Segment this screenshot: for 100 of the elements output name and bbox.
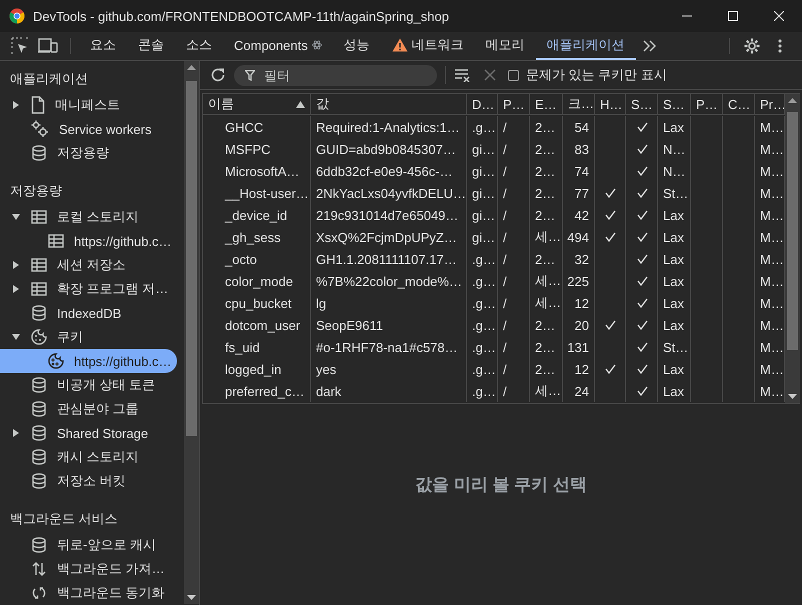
table-cell: gi…: [467, 160, 498, 182]
table-cell: color_mode: [203, 270, 311, 292]
column-header[interactable]: P…: [498, 94, 530, 115]
database-icon: [31, 425, 47, 441]
column-header[interactable]: S…: [658, 94, 691, 115]
sidebar-item[interactable]: IndexedDB: [0, 301, 184, 325]
window-title: DevTools - github.com/FRONTENDBOOTCAMP-11th/againSpring_shop: [32, 8, 450, 24]
table-cell: /: [498, 248, 530, 270]
table-cell: .g…: [467, 270, 498, 292]
check-icon: [605, 232, 616, 242]
cookie-icon: [31, 329, 47, 345]
panel-tab[interactable]: 소스: [175, 32, 223, 60]
panel-tab[interactable]: 애플리케이션: [536, 32, 636, 60]
scroll-down-icon[interactable]: [187, 595, 196, 600]
check-icon: [637, 232, 648, 242]
column-header[interactable]: 크…: [563, 94, 595, 115]
column-header[interactable]: H…: [595, 94, 626, 115]
table-cell: 2NkYacLxs04yvfkDELU…: [311, 182, 467, 204]
table-cell: Lax: [658, 204, 691, 226]
sidebar-item[interactable]: 저장용량: [0, 141, 184, 165]
sidebar-item[interactable]: 쿠키: [0, 325, 184, 349]
scroll-up-icon[interactable]: [187, 65, 196, 70]
table-cell: .g…: [467, 248, 498, 270]
table-cell: MSFPC: [203, 138, 311, 160]
caret-right-icon[interactable]: [12, 429, 20, 437]
table-cell: Lax: [658, 380, 691, 402]
table-cell: 2…: [530, 160, 563, 182]
sidebar-item[interactable]: 매니페스트: [0, 93, 184, 117]
caret-right-icon[interactable]: [12, 261, 20, 269]
table-cell: 494: [563, 226, 595, 248]
table-cell: .g…: [467, 336, 498, 358]
clear-list-icon: [454, 68, 472, 82]
scrollbar-thumb[interactable]: [186, 81, 197, 436]
gears-icon: [31, 120, 49, 138]
panel-tab[interactable]: 성능: [332, 32, 381, 60]
issues-only-checkbox[interactable]: 문제가 있는 쿠키만 표시: [508, 66, 667, 84]
table-cell: 20: [563, 314, 595, 336]
scrollbar[interactable]: [184, 61, 199, 604]
sidebar-item[interactable]: 로컬 스토리지: [0, 205, 184, 229]
check-icon: [637, 254, 648, 264]
table-cell: 2…: [530, 248, 563, 270]
panel-tab[interactable]: 메모리: [474, 32, 536, 60]
column-header[interactable]: S…: [626, 94, 658, 115]
maximize-icon: [728, 11, 738, 21]
sidebar-item[interactable]: Shared Storage: [0, 421, 184, 445]
scrollbar-thumb[interactable]: [787, 112, 798, 350]
table-cell: __Host-user…: [203, 182, 311, 204]
sidebar-item[interactable]: 백그라운드 동기화: [0, 581, 184, 605]
column-header[interactable]: C…: [723, 94, 755, 115]
column-header[interactable]: P…: [691, 94, 723, 115]
check-icon: [637, 386, 648, 396]
sidebar-item[interactable]: https://github.c…: [0, 229, 184, 253]
table-cell: cpu_bucket: [203, 292, 311, 314]
scrollbar[interactable]: [785, 94, 800, 403]
panel-tab[interactable]: 네트워크: [380, 32, 475, 60]
scroll-down-icon[interactable]: [788, 394, 797, 399]
column-header[interactable]: E…: [530, 94, 563, 115]
table-cell: .g…: [467, 292, 498, 314]
check-icon: [605, 210, 616, 220]
caret-down-icon[interactable]: [12, 333, 20, 341]
table-cell: 세…: [530, 380, 563, 402]
sidebar-item[interactable]: 백그라운드 가져…: [0, 557, 184, 581]
table-cell: N…: [658, 138, 691, 160]
filter-field[interactable]: 필터: [234, 64, 437, 86]
panel-tab[interactable]: 콘솔: [127, 32, 175, 60]
table-cell: _octo: [203, 248, 311, 270]
sidebar-item[interactable]: 비공개 상태 토큰: [0, 373, 184, 397]
clear-filter-button[interactable]: [454, 68, 472, 82]
sidebar-item[interactable]: 저장소 버킷: [0, 469, 184, 493]
panel-tab[interactable]: 요소: [79, 32, 127, 60]
table-cell: logged_in: [203, 358, 311, 380]
caret-right-icon[interactable]: [12, 285, 20, 293]
scroll-up-icon[interactable]: [788, 98, 797, 103]
column-header[interactable]: 값: [311, 94, 467, 115]
check-icon: [637, 144, 648, 154]
close-icon: [484, 69, 496, 81]
table-cell: /: [498, 226, 530, 248]
column-header[interactable]: Pr…: [755, 94, 785, 115]
sidebar-item[interactable]: 확장 프로그램 저…: [0, 277, 184, 301]
table-cell: 219c931014d7e65049…: [311, 204, 467, 226]
column-header[interactable]: D…: [467, 94, 498, 115]
sidebar-item[interactable]: 캐시 스토리지: [0, 445, 184, 469]
sidebar-item[interactable]: 관심분야 그룹: [0, 397, 184, 421]
table-cell: /: [498, 182, 530, 204]
table-cell: gi…: [467, 182, 498, 204]
refresh-button[interactable]: [210, 67, 226, 83]
panel-tab[interactable]: Components: [223, 32, 333, 60]
sidebar-item[interactable]: Service workers: [0, 117, 184, 141]
check-icon: [637, 276, 648, 286]
sidebar-item[interactable]: 세션 저장소: [0, 253, 184, 277]
table-cell: 세…: [530, 226, 563, 248]
sidebar-item[interactable]: https://github.c…: [0, 349, 177, 373]
caret-right-icon[interactable]: [12, 101, 20, 109]
caret-down-icon[interactable]: [12, 213, 20, 221]
table-cell: fs_uid: [203, 336, 311, 358]
sidebar-item[interactable]: 뒤로-앞으로 캐시: [0, 533, 184, 557]
database-icon: [31, 377, 47, 393]
section-heading: 백그라운드 서비스: [9, 510, 119, 528]
column-header[interactable]: 이름: [203, 94, 311, 115]
table-cell: Required:1-Analytics:1…: [311, 116, 467, 138]
